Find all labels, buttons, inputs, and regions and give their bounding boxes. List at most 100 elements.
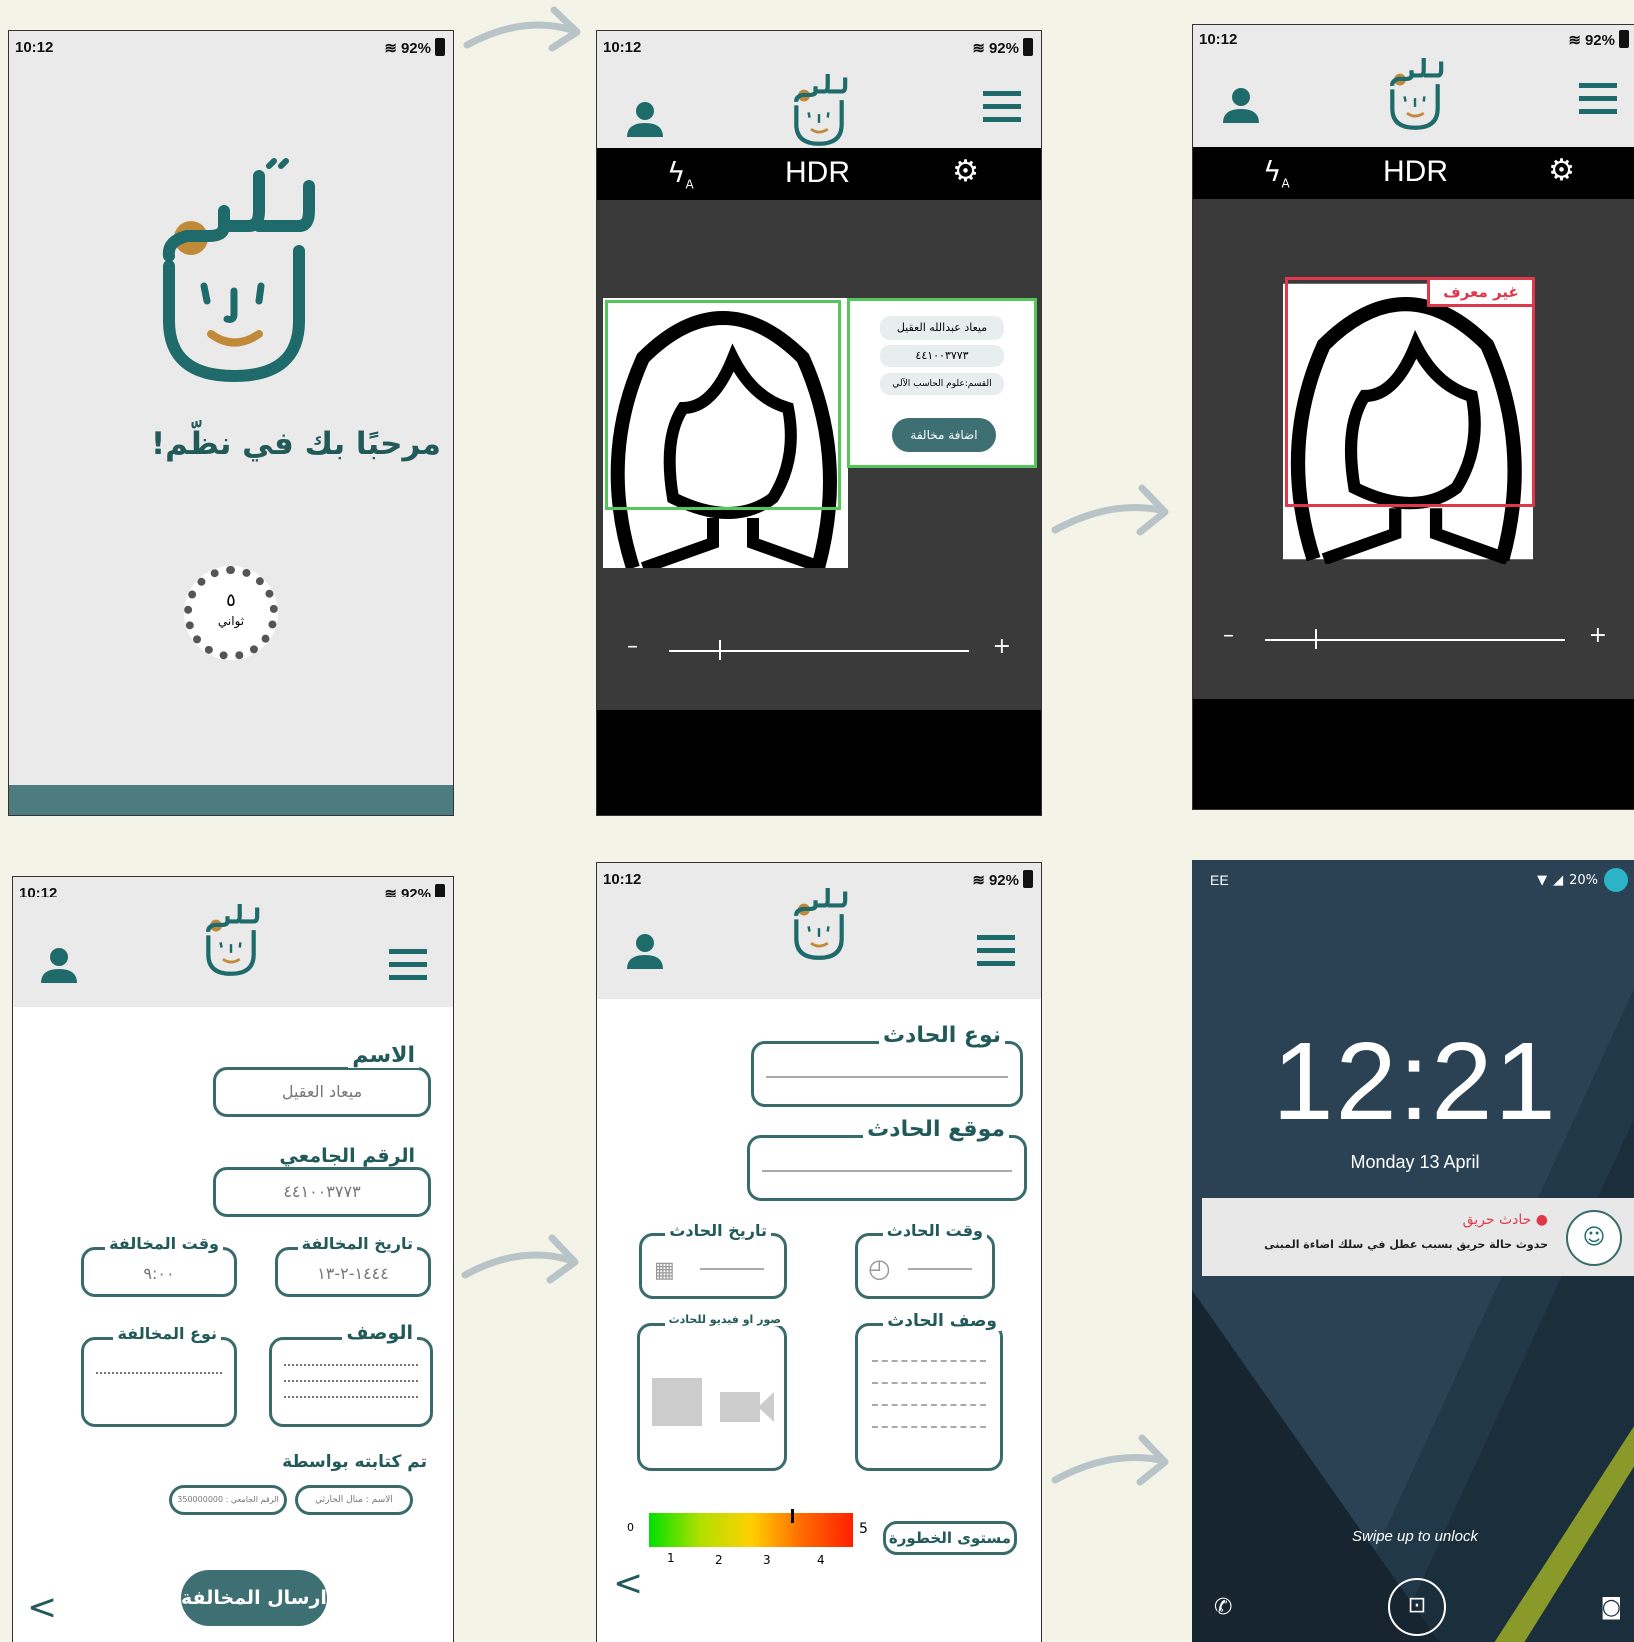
splash-screen: 10:12 ≋ 92% مرحبًا بك في نظّم! ٥ ثواني <box>8 30 454 816</box>
flash-icon[interactable]: ϟA <box>1263 155 1290 191</box>
wifi-icon: ▼ <box>1537 872 1548 888</box>
violation-type-field[interactable] <box>81 1337 237 1427</box>
zoom-out-icon[interactable]: – <box>1223 623 1234 648</box>
camera-bottom-bar <box>597 710 1041 815</box>
writer-id: الرقم الجامعي : 350000000 <box>169 1485 287 1515</box>
zoom-handle[interactable] <box>1315 629 1317 649</box>
zoom-slider[interactable]: – + <box>627 634 1011 660</box>
violation-date-label: تاريخ المخالفة <box>297 1234 417 1253</box>
menu-icon[interactable] <box>977 933 1015 969</box>
swipe-hint: Swipe up to unlock <box>1352 1528 1478 1545</box>
camera-unknown-screen: 10:12 ≋ 92% ϟA HDR ⚙ غير معرف – + <box>1192 24 1634 810</box>
welcome-text: مرحبًا بك في نظّم! <box>151 426 441 462</box>
back-icon[interactable]: < <box>613 1563 643 1604</box>
hdr-toggle[interactable]: HDR <box>785 156 850 190</box>
id-value: ٤٤١٠٠٣٧٧٣ <box>283 1182 361 1201</box>
severity-scale[interactable]: 0 5 1 2 3 4 <box>627 1509 877 1583</box>
name-field[interactable]: ميعاد العقيل <box>213 1067 431 1117</box>
incident-description-field[interactable] <box>855 1323 1003 1471</box>
app-bar <box>13 897 453 1007</box>
add-violation-button[interactable]: اضافة مخالفة <box>892 418 996 452</box>
incident-media-field[interactable] <box>637 1323 787 1471</box>
wifi-icon: ≋ <box>972 872 985 889</box>
incident-description-label: وصف الحادث <box>883 1311 1001 1331</box>
lock-icon[interactable]: ⊡ <box>1388 1578 1446 1636</box>
flow-arrow-4 <box>1051 1434 1169 1486</box>
id-field[interactable]: ٤٤١٠٠٣٧٧٣ <box>213 1167 431 1217</box>
notification-title: ● حادث حريق <box>1462 1212 1548 1228</box>
status-time: 10:12 <box>603 871 642 888</box>
image-icon <box>652 1378 702 1426</box>
incident-date-label: تاريخ الحادث <box>665 1221 771 1240</box>
settings-icon[interactable]: ⚙ <box>1548 153 1575 188</box>
camera-toolbar: ϟA HDR ⚙ <box>1193 147 1634 199</box>
signal-icon: ◢ <box>1553 872 1564 888</box>
violation-date-field[interactable]: ١٤٤٤-٢-١٣ <box>275 1247 431 1297</box>
severity-label[interactable]: مستوى الخطورة <box>883 1521 1017 1555</box>
countdown-unit: ثواني <box>217 614 245 628</box>
incident-type-label: نوع الحادث <box>878 1023 1005 1048</box>
zoom-handle[interactable] <box>719 640 721 660</box>
user-icon[interactable] <box>1221 85 1261 125</box>
student-id: ٤٤١٠٠٣٧٧٣ <box>880 345 1004 367</box>
back-icon[interactable]: < <box>27 1587 57 1628</box>
incident-type-field[interactable] <box>751 1041 1023 1107</box>
clock-icon: ◴ <box>868 1254 891 1284</box>
name-value: ميعاد العقيل <box>281 1082 363 1101</box>
camera-viewfinder: غير معرف – + <box>1193 199 1634 699</box>
incident-time-label: وقت الحادث <box>882 1221 987 1240</box>
incident-time-field[interactable]: ◴ <box>855 1233 995 1299</box>
app-bar <box>597 61 1041 146</box>
status-bar: 10:12 ≋ 92% <box>597 31 1041 61</box>
tick-3: 3 <box>763 1553 771 1567</box>
violation-time-label: وقت المخالفة <box>105 1234 223 1253</box>
zoom-in-icon[interactable]: + <box>993 634 1011 659</box>
battery-icon <box>1023 38 1033 56</box>
tick-1: 1 <box>667 1551 675 1565</box>
unknown-label: غير معرف <box>1427 277 1535 307</box>
hdr-toggle[interactable]: HDR <box>1383 155 1448 189</box>
zoom-out-icon[interactable]: – <box>627 634 638 659</box>
incident-date-field[interactable]: ▦ <box>639 1233 787 1299</box>
incident-form-screen: 10:12 ≋ 92% نوع الحادث موقع الحادث ▦ تاري… <box>596 862 1042 1642</box>
phone-icon[interactable]: ✆ <box>1214 1595 1232 1620</box>
tick-4: 4 <box>817 1553 825 1567</box>
battery-level: 92% <box>400 39 431 57</box>
zoom-slider[interactable]: – + <box>1223 623 1607 649</box>
clock-time: 12:21 <box>1272 1020 1558 1143</box>
battery-level: 92% <box>988 39 1019 57</box>
user-icon[interactable] <box>625 931 665 971</box>
notification-app-icon: ☺ <box>1566 1210 1622 1266</box>
settings-icon[interactable]: ⚙ <box>952 154 979 189</box>
countdown-timer: ٥ ثواني <box>184 566 278 660</box>
user-icon[interactable] <box>39 945 79 985</box>
id-label: الرقم الجامعي <box>275 1145 419 1167</box>
app-logo <box>794 73 848 146</box>
zoom-in-icon[interactable]: + <box>1589 623 1607 648</box>
flash-icon[interactable]: ϟA <box>667 156 694 192</box>
incident-location-field[interactable] <box>747 1135 1027 1201</box>
account-icon[interactable] <box>1604 868 1628 892</box>
battery-level: 92% <box>1584 31 1615 49</box>
description-field[interactable] <box>269 1337 433 1427</box>
lock-status-icons: ▼ ◢ 20% <box>1537 868 1628 892</box>
battery-level: 92% <box>988 871 1019 889</box>
flow-arrow-1 <box>463 6 581 52</box>
video-icon <box>720 1392 760 1422</box>
violation-time-field[interactable]: ٩:٠٠ <box>81 1247 237 1297</box>
menu-icon[interactable] <box>389 947 427 983</box>
severity-marker[interactable] <box>791 1509 794 1523</box>
description-label: الوصف <box>342 1322 417 1344</box>
battery-level: 20% <box>1569 872 1598 888</box>
menu-icon[interactable] <box>983 89 1021 125</box>
user-icon[interactable] <box>625 99 665 139</box>
footer-bar <box>9 785 453 815</box>
submit-violation-button[interactable]: ارسال المخالفة <box>181 1570 327 1626</box>
wifi-icon: ≋ <box>1568 32 1581 49</box>
face-detection-box <box>605 300 841 510</box>
menu-icon[interactable] <box>1579 81 1617 117</box>
incident-location-label: موقع الحادث <box>863 1117 1009 1142</box>
app-logo <box>1390 57 1444 130</box>
camera-icon[interactable]: ◙ <box>1601 1595 1622 1620</box>
notification-card[interactable]: ☺ ● حادث حريق حدوث حالة حريق بسبب عطل في… <box>1202 1198 1634 1276</box>
